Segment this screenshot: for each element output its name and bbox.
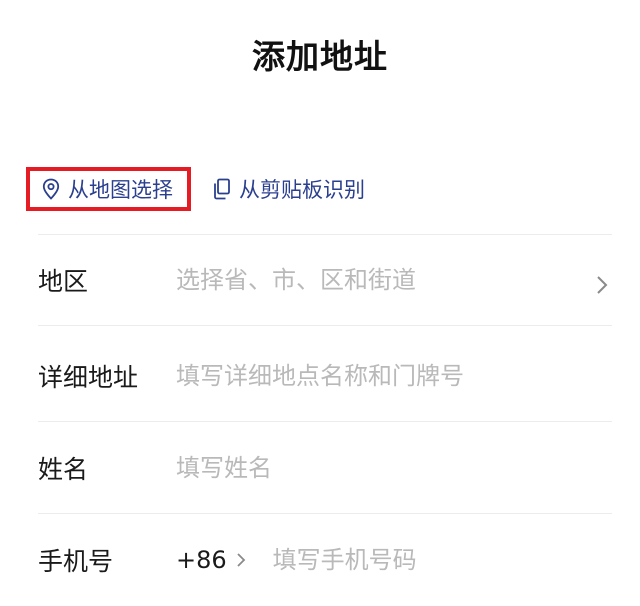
detail-address-input[interactable] (176, 361, 612, 390)
phone-input[interactable] (272, 546, 612, 574)
name-input[interactable] (176, 453, 612, 482)
location-pin-icon (42, 178, 60, 200)
country-code-value: +86 (176, 546, 227, 574)
copy-icon (214, 178, 230, 200)
page-title: 添加地址 (252, 37, 388, 76)
region-select-field[interactable] (176, 265, 592, 294)
recognize-from-clipboard-button[interactable]: 从剪贴板识别 (213, 174, 365, 204)
chevron-right-icon (597, 275, 608, 294)
region-row[interactable]: 地区 (38, 234, 612, 326)
select-from-map-label: 从地图选择 (68, 178, 173, 202)
chevron-right-icon (237, 553, 245, 567)
country-code-selector[interactable]: +86 (176, 546, 247, 574)
phone-label: 手机号 (38, 547, 114, 576)
phone-row: 手机号 +86 (38, 514, 612, 606)
recognize-from-clipboard-label: 从剪贴板识别 (239, 178, 365, 202)
name-label: 姓名 (38, 454, 89, 484)
name-row: 姓名 (38, 422, 612, 514)
detail-address-label: 详细地址 (38, 362, 139, 392)
detail-address-row: 详细地址 (38, 330, 612, 422)
region-label: 地区 (38, 266, 89, 296)
quick-actions: 从地图选择 从剪贴板识别 (26, 164, 365, 214)
select-from-map-button[interactable]: 从地图选择 (26, 167, 191, 211)
